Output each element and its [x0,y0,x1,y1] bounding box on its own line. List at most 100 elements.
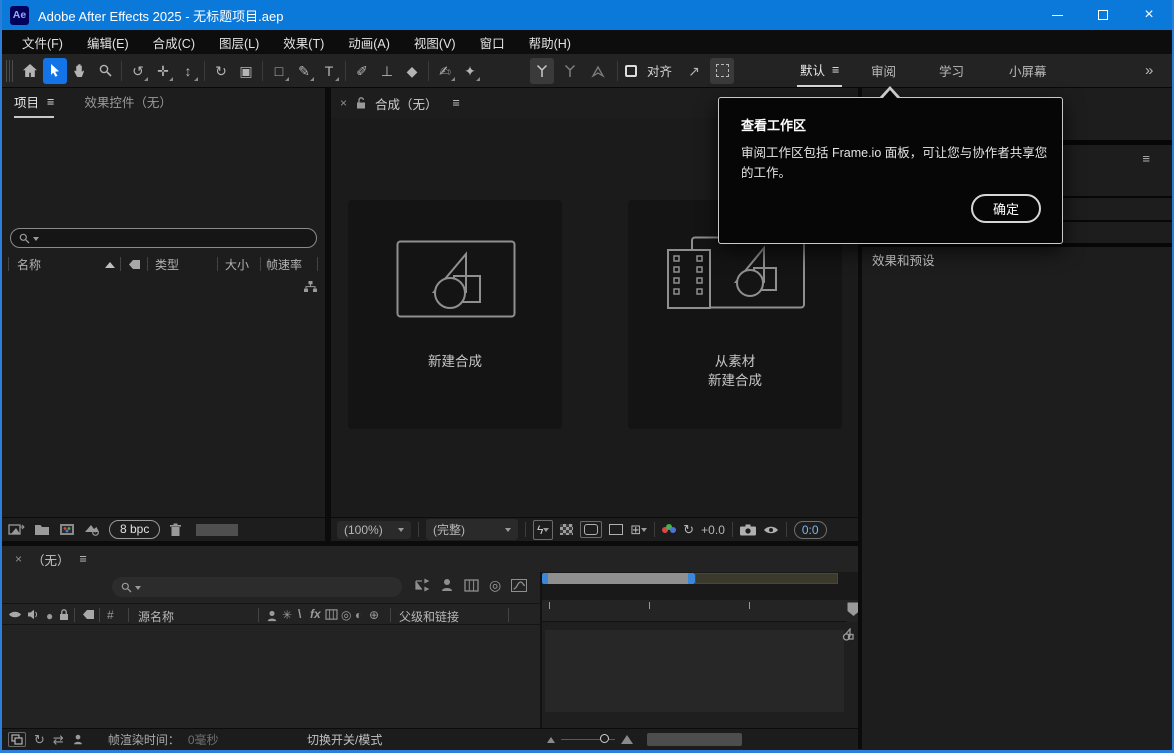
column-size[interactable]: 大小 [217,257,260,271]
timeline-tab-label[interactable]: （无） [32,550,70,569]
panel-close-icon[interactable]: × [15,552,22,566]
solo-column[interactable]: ● [46,610,53,622]
fast-preview-button[interactable]: ϟ [533,520,553,540]
threed-layer-column[interactable]: ⊕ [369,609,379,621]
close-button[interactable]: × [1126,0,1172,30]
project-search-input[interactable] [10,228,317,248]
expand-in-out-pane-button[interactable]: ⇄ [53,733,64,746]
panel-close-icon[interactable]: × [340,96,347,110]
lock-column[interactable] [59,609,69,621]
region-of-interest-button[interactable] [609,524,623,535]
lock-open-icon[interactable] [356,97,366,109]
menu-composition[interactable]: 合成(C) [141,33,207,52]
expand-transfer-controls-button[interactable]: ↻ [34,733,45,746]
effects-presets-panel-title[interactable]: 效果和预设 [872,250,935,269]
zoom-slider-knob[interactable] [600,734,609,743]
pan-camera-tool[interactable]: ✛ [151,58,175,84]
orbit-camera-tool[interactable]: ↺ [126,58,150,84]
zoom-tool[interactable] [93,58,117,84]
menu-file[interactable]: 文件(F) [10,33,75,52]
bit-depth-button[interactable]: 8 bpc [109,520,160,539]
frame-blend-column[interactable] [325,609,338,620]
shy-switch-column[interactable] [266,610,278,622]
interpret-footage-button[interactable] [8,523,25,536]
workspace-tab-learn[interactable]: 学习 [936,54,967,87]
project-flowchart-button[interactable] [303,280,318,293]
snap-options-arrow[interactable]: ↗ [682,58,706,84]
parent-link-column[interactable]: 父级和链接 [399,608,459,625]
color-management-button[interactable]: ↻ [683,522,694,538]
frame-blending-button[interactable] [464,579,479,592]
panel-menu-icon[interactable]: ≡ [80,552,87,566]
panel-menu-icon[interactable]: ≡ [1142,151,1150,166]
maximize-button[interactable] [1080,0,1126,30]
dolly-camera-tool[interactable]: ↕ [176,58,200,84]
menu-layer[interactable]: 图层(L) [207,33,271,52]
navigator-view-bar[interactable] [548,573,688,584]
toolbar-grip[interactable] [6,60,13,82]
toggle-switches-modes-button[interactable]: 切换开关/模式 [307,731,382,748]
shy-toggle-button[interactable] [72,734,84,745]
mask-path-visibility-button[interactable] [580,521,602,538]
proxy-button[interactable] [84,523,100,536]
navigator-track-rest[interactable] [695,573,838,584]
new-composition-card[interactable]: 新建合成 [348,200,562,429]
transparency-grid-button[interactable] [560,524,573,535]
home-button[interactable] [18,58,42,84]
video-visibility-column[interactable] [8,610,22,619]
rotation-tool[interactable]: ↻ [209,58,233,84]
timecode-field[interactable]: 0:0 [794,521,827,539]
hand-tool[interactable] [68,58,92,84]
comp-marker-bin[interactable] [847,602,858,617]
view-axis-mode-button[interactable] [586,58,610,84]
mask-feather-button[interactable] [710,58,734,84]
column-name[interactable]: 名称 [8,257,120,271]
zoom-in-mountain-icon[interactable] [621,735,633,744]
graph-editor-button[interactable] [511,579,527,592]
camera-tool[interactable]: ▣ [234,58,258,84]
pen-tool[interactable]: ✎ [292,58,316,84]
tooltip-ok-button[interactable]: 确定 [971,194,1041,223]
column-label-color[interactable] [120,257,147,271]
time-ruler[interactable] [542,600,847,622]
zoom-slider-track[interactable] [561,739,601,740]
zoom-out-mountain-icon[interactable] [547,737,555,743]
collapse-transforms-column[interactable]: ✳ [282,609,292,621]
snap-label[interactable]: 对齐 [647,61,672,80]
motion-blur-button[interactable]: ◎ [489,578,501,592]
motion-blur-column[interactable]: ◎ [341,609,351,621]
type-tool[interactable]: T [317,58,341,84]
grid-guides-button[interactable]: ⊞ [630,522,647,538]
resolution-dropdown[interactable]: (完整) [426,519,518,540]
magnification-dropdown[interactable]: (100%) [337,521,411,539]
layer-number-column[interactable]: # [107,609,114,621]
eraser-tool[interactable]: ◆ [400,58,424,84]
new-folder-button[interactable] [34,524,50,536]
expand-layer-switches-button[interactable] [8,732,26,747]
audio-column[interactable] [27,609,38,620]
effects-column[interactable]: fx [310,608,321,620]
workspace-tab-default[interactable]: 默认 ≡ [797,54,842,87]
track-area-surface[interactable] [545,630,844,712]
menu-help[interactable]: 帮助(H) [517,33,583,52]
label-color-column[interactable] [82,609,95,620]
layer-list-area[interactable] [2,625,540,728]
new-composition-button[interactable] [59,523,75,536]
menu-view[interactable]: 视图(V) [402,33,468,52]
world-axis-mode-button[interactable] [558,58,582,84]
workspace-overflow-button[interactable]: » [1142,54,1156,87]
track-area[interactable] [542,622,858,728]
clone-stamp-tool[interactable]: ⊥ [375,58,399,84]
menu-animation[interactable]: 动画(A) [336,33,402,52]
column-type[interactable]: 类型 [147,257,217,271]
puppet-pin-tool[interactable]: ✦ [458,58,482,84]
workspace-menu-icon[interactable]: ≡ [832,63,839,77]
workspace-tab-review[interactable]: 审阅 [868,54,899,87]
local-axis-mode-button[interactable] [530,58,554,84]
comp-button[interactable] [840,628,855,642]
mini-flowchart-button[interactable] [414,578,430,592]
menu-effect[interactable]: 效果(T) [271,33,336,52]
panel-menu-icon[interactable]: ≡ [47,95,54,109]
quality-column[interactable]: \ [298,608,301,620]
footer-drag-zone[interactable] [196,524,238,536]
